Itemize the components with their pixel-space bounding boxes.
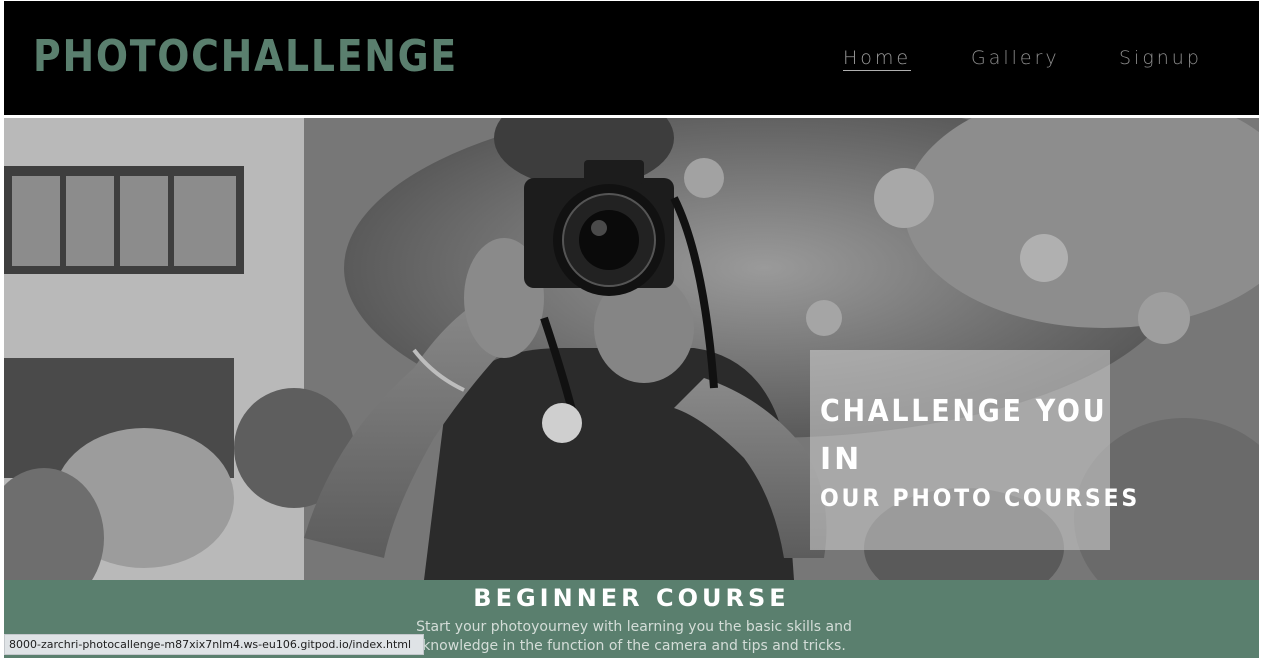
- hero-heading-line3: OUR PHOTO COURSES: [820, 484, 1141, 512]
- hero-section: CHALLENGE YOU IN OUR PHOTO COURSES: [4, 118, 1259, 580]
- hero-heading-line1: CHALLENGE YOU: [820, 394, 1108, 429]
- hero-heading-line2: IN: [820, 442, 863, 477]
- nav-home-link[interactable]: Home: [843, 47, 912, 71]
- course-description: Start your photoyourney with learning yo…: [416, 619, 852, 654]
- main-nav: Home Gallery Signup: [4, 47, 1259, 77]
- page: PHOTOCHALLENGE Home Gallery Signup CHALL…: [0, 0, 1262, 658]
- course-title: BEGINNER COURSE: [473, 584, 790, 612]
- nav-gallery-link[interactable]: Gallery: [971, 47, 1060, 69]
- site-header: PHOTOCHALLENGE Home Gallery Signup: [4, 1, 1259, 115]
- hero-text-box: CHALLENGE YOU IN OUR PHOTO COURSES: [810, 350, 1137, 550]
- nav-signup-link[interactable]: Signup: [1119, 47, 1202, 69]
- browser-status-url: 8000-zarchri-photocallenge-m87xix7nlm4.w…: [4, 634, 424, 655]
